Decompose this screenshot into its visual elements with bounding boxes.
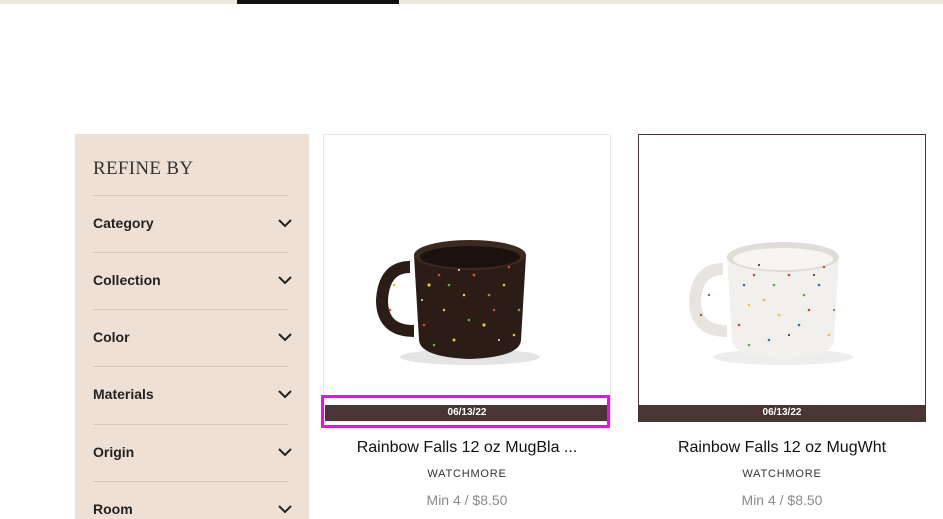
filter-collection[interactable]: Collection	[93, 252, 292, 309]
chevron-down-icon	[278, 219, 292, 228]
white-speckled-mug-image	[688, 242, 853, 365]
product-image[interactable]	[638, 134, 926, 422]
chevron-down-icon	[278, 447, 292, 456]
refine-title: REFINE BY	[93, 158, 194, 179]
product-brand[interactable]: WATCHMORE	[323, 468, 611, 480]
date-badge: 06/13/22	[639, 405, 925, 421]
black-speckled-mug-image	[375, 240, 540, 365]
product-image[interactable]	[323, 134, 611, 422]
chevron-down-icon	[278, 505, 292, 514]
product-price: Min 4 / $8.50	[741, 492, 823, 508]
highlight-box	[321, 395, 610, 428]
product-brand[interactable]: WATCHMORE	[638, 468, 926, 480]
product-card[interactable]: 06/13/22 Rainbow Falls 12 oz MugBla ... …	[321, 134, 611, 519]
filter-color[interactable]: Color	[93, 309, 292, 366]
filter-label: Room	[93, 501, 133, 517]
filter-origin[interactable]: Origin	[93, 423, 292, 482]
chevron-down-icon	[278, 390, 292, 399]
chevron-down-icon	[278, 276, 292, 285]
filter-materials[interactable]: Materials	[93, 366, 292, 424]
product-card[interactable]: 06/13/22 Rainbow Falls 12 oz MugWht WATC…	[638, 134, 926, 519]
chevron-down-icon	[278, 333, 292, 342]
product-price: Min 4 / $8.50	[426, 492, 508, 508]
refine-sidebar: REFINE BY Category Collection Color Mate…	[75, 134, 309, 519]
filter-list: Category Collection Color Materials Orig…	[93, 195, 292, 519]
filter-category[interactable]: Category	[93, 195, 292, 252]
active-tab-indicator	[237, 0, 399, 4]
filter-room[interactable]: Room	[93, 481, 292, 519]
filter-label: Color	[93, 329, 130, 345]
filter-label: Collection	[93, 272, 161, 288]
product-name[interactable]: Rainbow Falls 12 oz MugWht	[638, 439, 926, 457]
product-name[interactable]: Rainbow Falls 12 oz MugBla ...	[323, 439, 611, 457]
top-nav-bar	[0, 0, 943, 4]
filter-label: Origin	[93, 443, 135, 460]
filter-label: Category	[93, 215, 154, 231]
filter-label: Materials	[93, 386, 154, 402]
